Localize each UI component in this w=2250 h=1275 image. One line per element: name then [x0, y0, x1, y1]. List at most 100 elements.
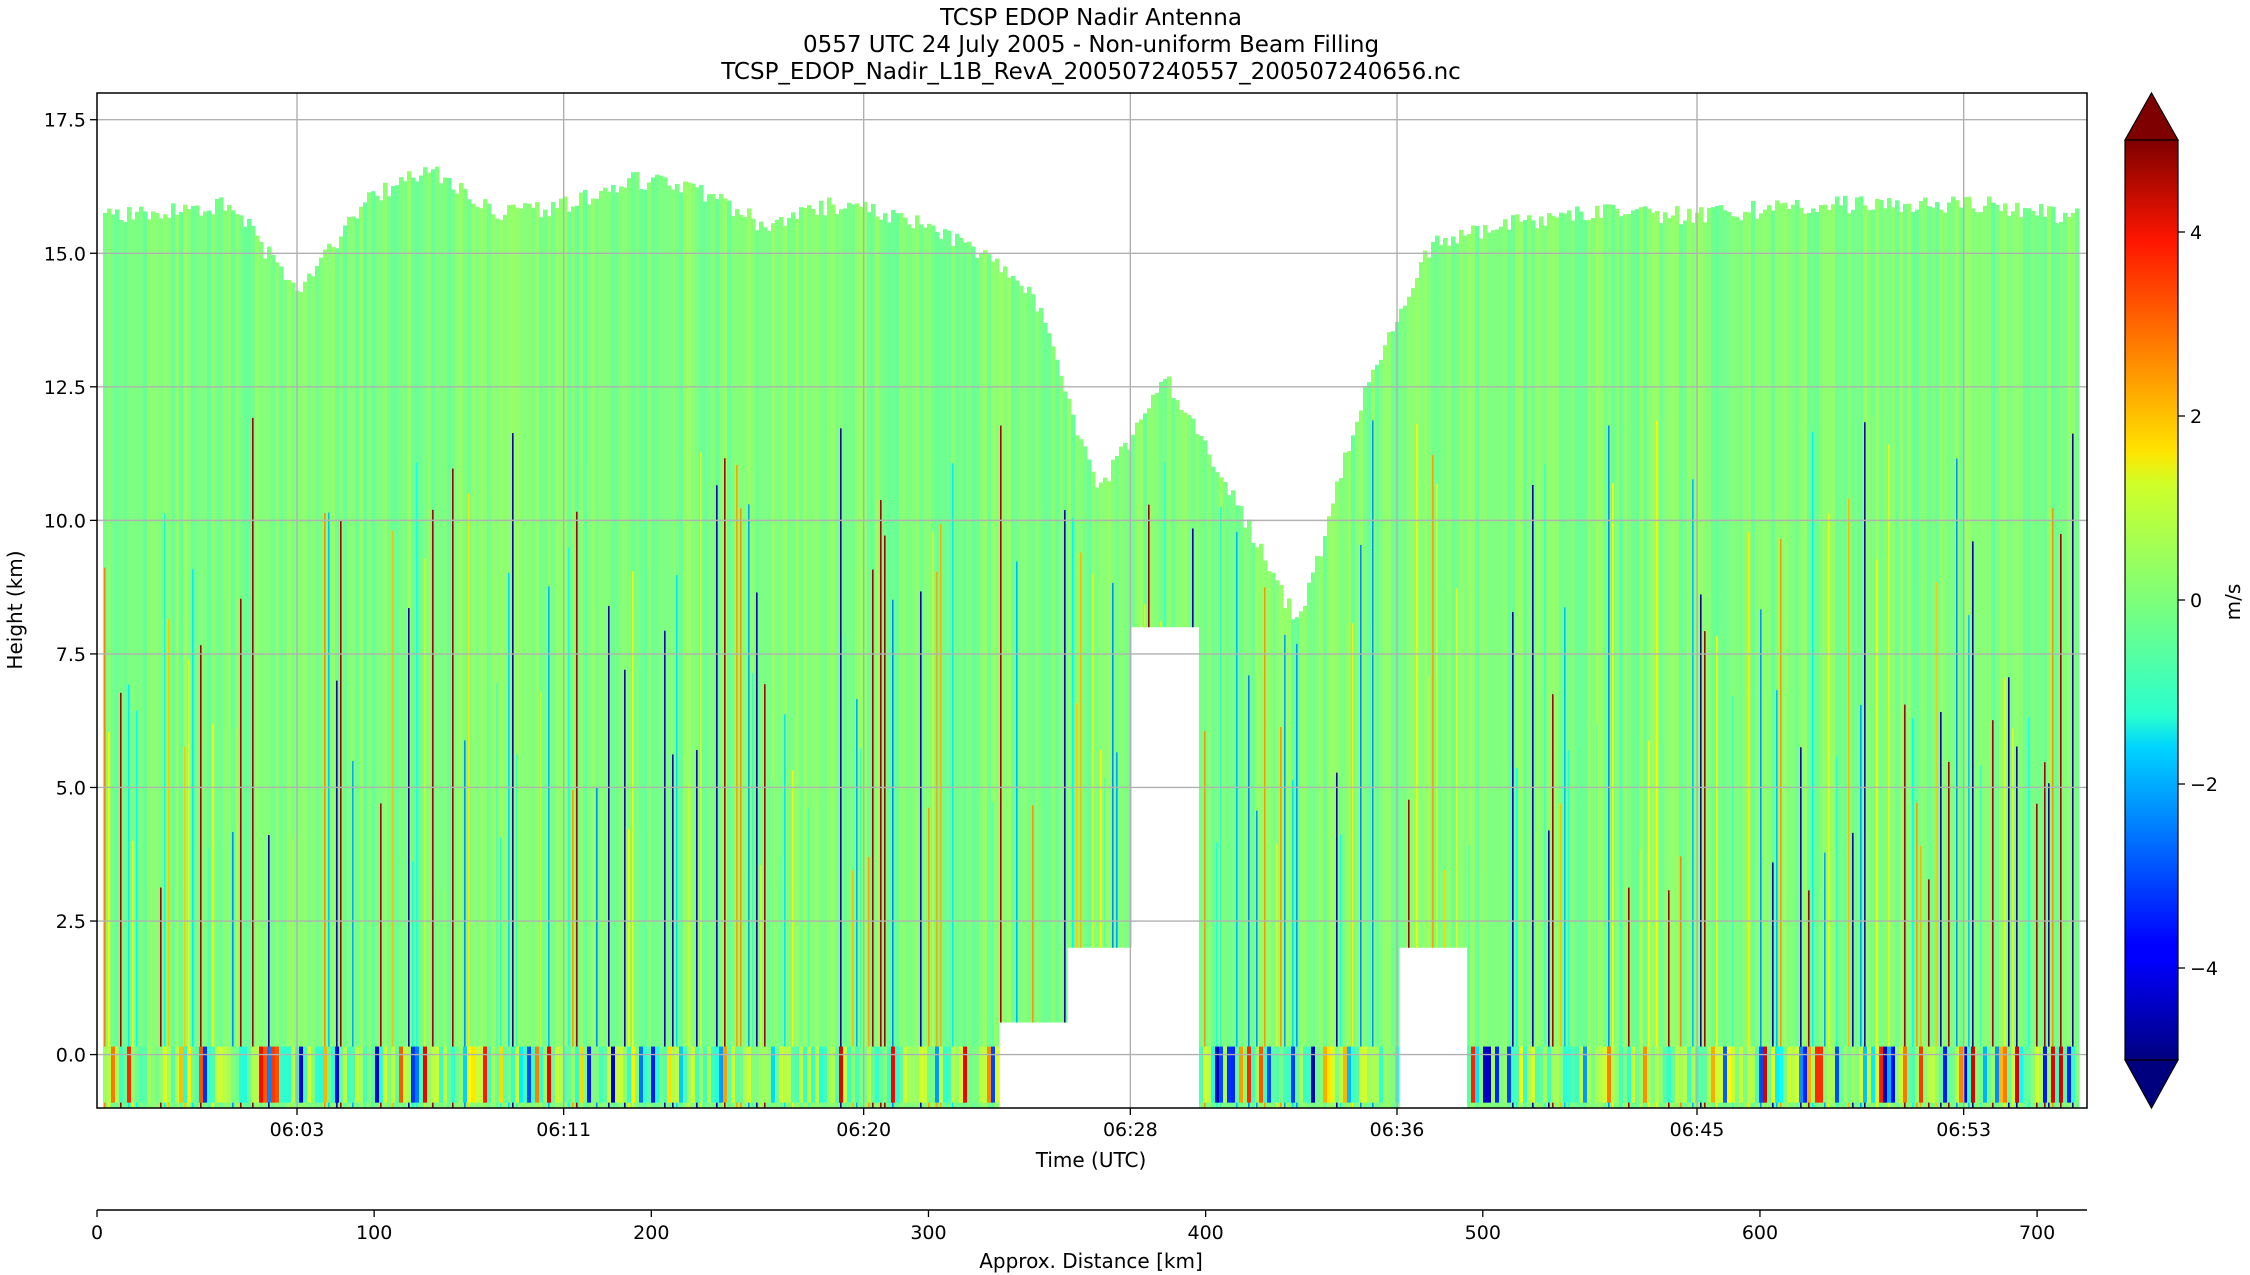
echo-column: [1319, 556, 1324, 1108]
echo-column: [711, 194, 716, 1108]
echo-column: [403, 181, 408, 1108]
velocity-streak: [1692, 479, 1694, 1108]
echo-column: [1419, 262, 1424, 948]
echo-column: [1579, 211, 1584, 1108]
x-tick-label: 06:36: [1370, 1119, 1425, 1141]
velocity-streak: [452, 468, 454, 1108]
echo-column: [1207, 454, 1212, 1108]
echo-column: [123, 221, 128, 1108]
echo-column: [147, 219, 152, 1108]
echo-column: [2075, 208, 2080, 1108]
echo-column: [1495, 229, 1500, 1108]
velocity-streak: [1064, 510, 1066, 1023]
echo-column: [1943, 212, 1948, 1108]
echo-column: [943, 229, 948, 1108]
echo-column: [1959, 207, 1964, 1108]
echo-column: [1303, 605, 1308, 1108]
echo-column: [375, 195, 380, 1108]
echo-column: [447, 177, 452, 1108]
velocity-streak: [336, 680, 338, 1108]
echo-column: [1739, 220, 1744, 1108]
velocity-streak: [920, 591, 922, 1108]
velocity-streak: [752, 673, 754, 1108]
echo-column: [355, 218, 360, 1108]
echo-column: [1743, 211, 1748, 1108]
velocity-streak: [1848, 498, 1850, 1108]
echo-column: [143, 211, 148, 1108]
colorbar-tick-label: 0: [2190, 590, 2202, 612]
echo-column: [307, 273, 312, 1108]
echo-column: [1787, 209, 1792, 1108]
echo-column: [303, 281, 308, 1108]
velocity-streak: [1264, 587, 1266, 1108]
echo-column: [1803, 213, 1808, 1108]
echo-column: [271, 254, 276, 1108]
echo-column: [1087, 459, 1092, 948]
echo-column: [275, 262, 280, 1108]
echo-column: [1287, 598, 1292, 1108]
velocity-streak: [1748, 532, 1750, 1108]
echo-column: [619, 186, 624, 1108]
echo-column: [475, 206, 480, 1108]
echo-column: [659, 175, 664, 1108]
echo-column: [1659, 223, 1664, 1108]
distance-axis-label: Approx. Distance [km]: [979, 1249, 1203, 1273]
echo-column: [1499, 226, 1504, 1108]
colorbar-label: m/s: [2221, 584, 2245, 621]
velocity-streak: [716, 485, 718, 1108]
y-tick-label: 10.0: [44, 510, 86, 532]
echo-column: [1055, 359, 1060, 1023]
echo-column: [1195, 434, 1200, 628]
echo-column: [655, 174, 660, 1108]
velocity-streak: [1448, 639, 1450, 948]
velocity-streak: [1612, 483, 1614, 1108]
velocity-streak: [328, 512, 330, 1108]
echo-column: [703, 201, 708, 1108]
x-axis-ticks: 06:03 06:11 06:20 06:28 06:36 06:45 06:53: [270, 1108, 1991, 1141]
velocity-streak: [1828, 513, 1830, 1108]
colorbar-tick-label: −4: [2190, 958, 2218, 980]
velocity-streak: [168, 619, 170, 1108]
echo-column: [519, 208, 524, 1108]
echo-column: [111, 214, 116, 1108]
echo-column: [587, 204, 592, 1108]
echo-column: [1491, 230, 1496, 1108]
velocity-streak: [2060, 533, 2062, 1108]
echo-column: [1663, 212, 1668, 1108]
velocity-streak: [632, 571, 634, 1108]
velocity-streak: [128, 684, 130, 1108]
velocity-streak: [1296, 643, 1298, 1108]
echo-column: [1983, 205, 1988, 1108]
echo-column: [899, 213, 904, 1108]
echo-column: [1231, 490, 1236, 1108]
velocity-streak: [1656, 421, 1658, 1108]
echo-column: [491, 214, 496, 1108]
colorbar-tick-label: −2: [2190, 774, 2218, 796]
echo-column: [1251, 542, 1256, 1108]
echo-column: [1443, 238, 1448, 948]
chart-title-line-1: TCSP EDOP Nadir Antenna: [939, 5, 1242, 31]
velocity-streak: [700, 452, 702, 1108]
distance-tick-label: 100: [356, 1222, 392, 1244]
velocity-streak: [2064, 639, 2066, 1108]
echo-column: [895, 213, 900, 1108]
echo-column: [283, 279, 288, 1108]
echo-column: [955, 233, 960, 1108]
echo-column: [583, 190, 588, 1108]
echo-column: [1931, 207, 1936, 1108]
velocity-streak: [1352, 623, 1354, 1108]
velocity-streak: [1100, 750, 1102, 948]
velocity-streak: [1436, 483, 1438, 948]
velocity-streak: [240, 598, 242, 1108]
echo-column: [279, 266, 284, 1108]
velocity-streak: [104, 567, 106, 1108]
echo-column: [543, 209, 548, 1108]
echo-column: [1987, 196, 1992, 1108]
echo-column: [1735, 216, 1740, 1108]
velocity-streak: [1192, 528, 1194, 628]
velocity-streak: [1248, 675, 1250, 1108]
echo-column: [1327, 516, 1332, 1108]
echo-column: [1867, 210, 1872, 1108]
velocity-streak: [1532, 484, 1534, 1108]
echo-column: [831, 204, 836, 1108]
